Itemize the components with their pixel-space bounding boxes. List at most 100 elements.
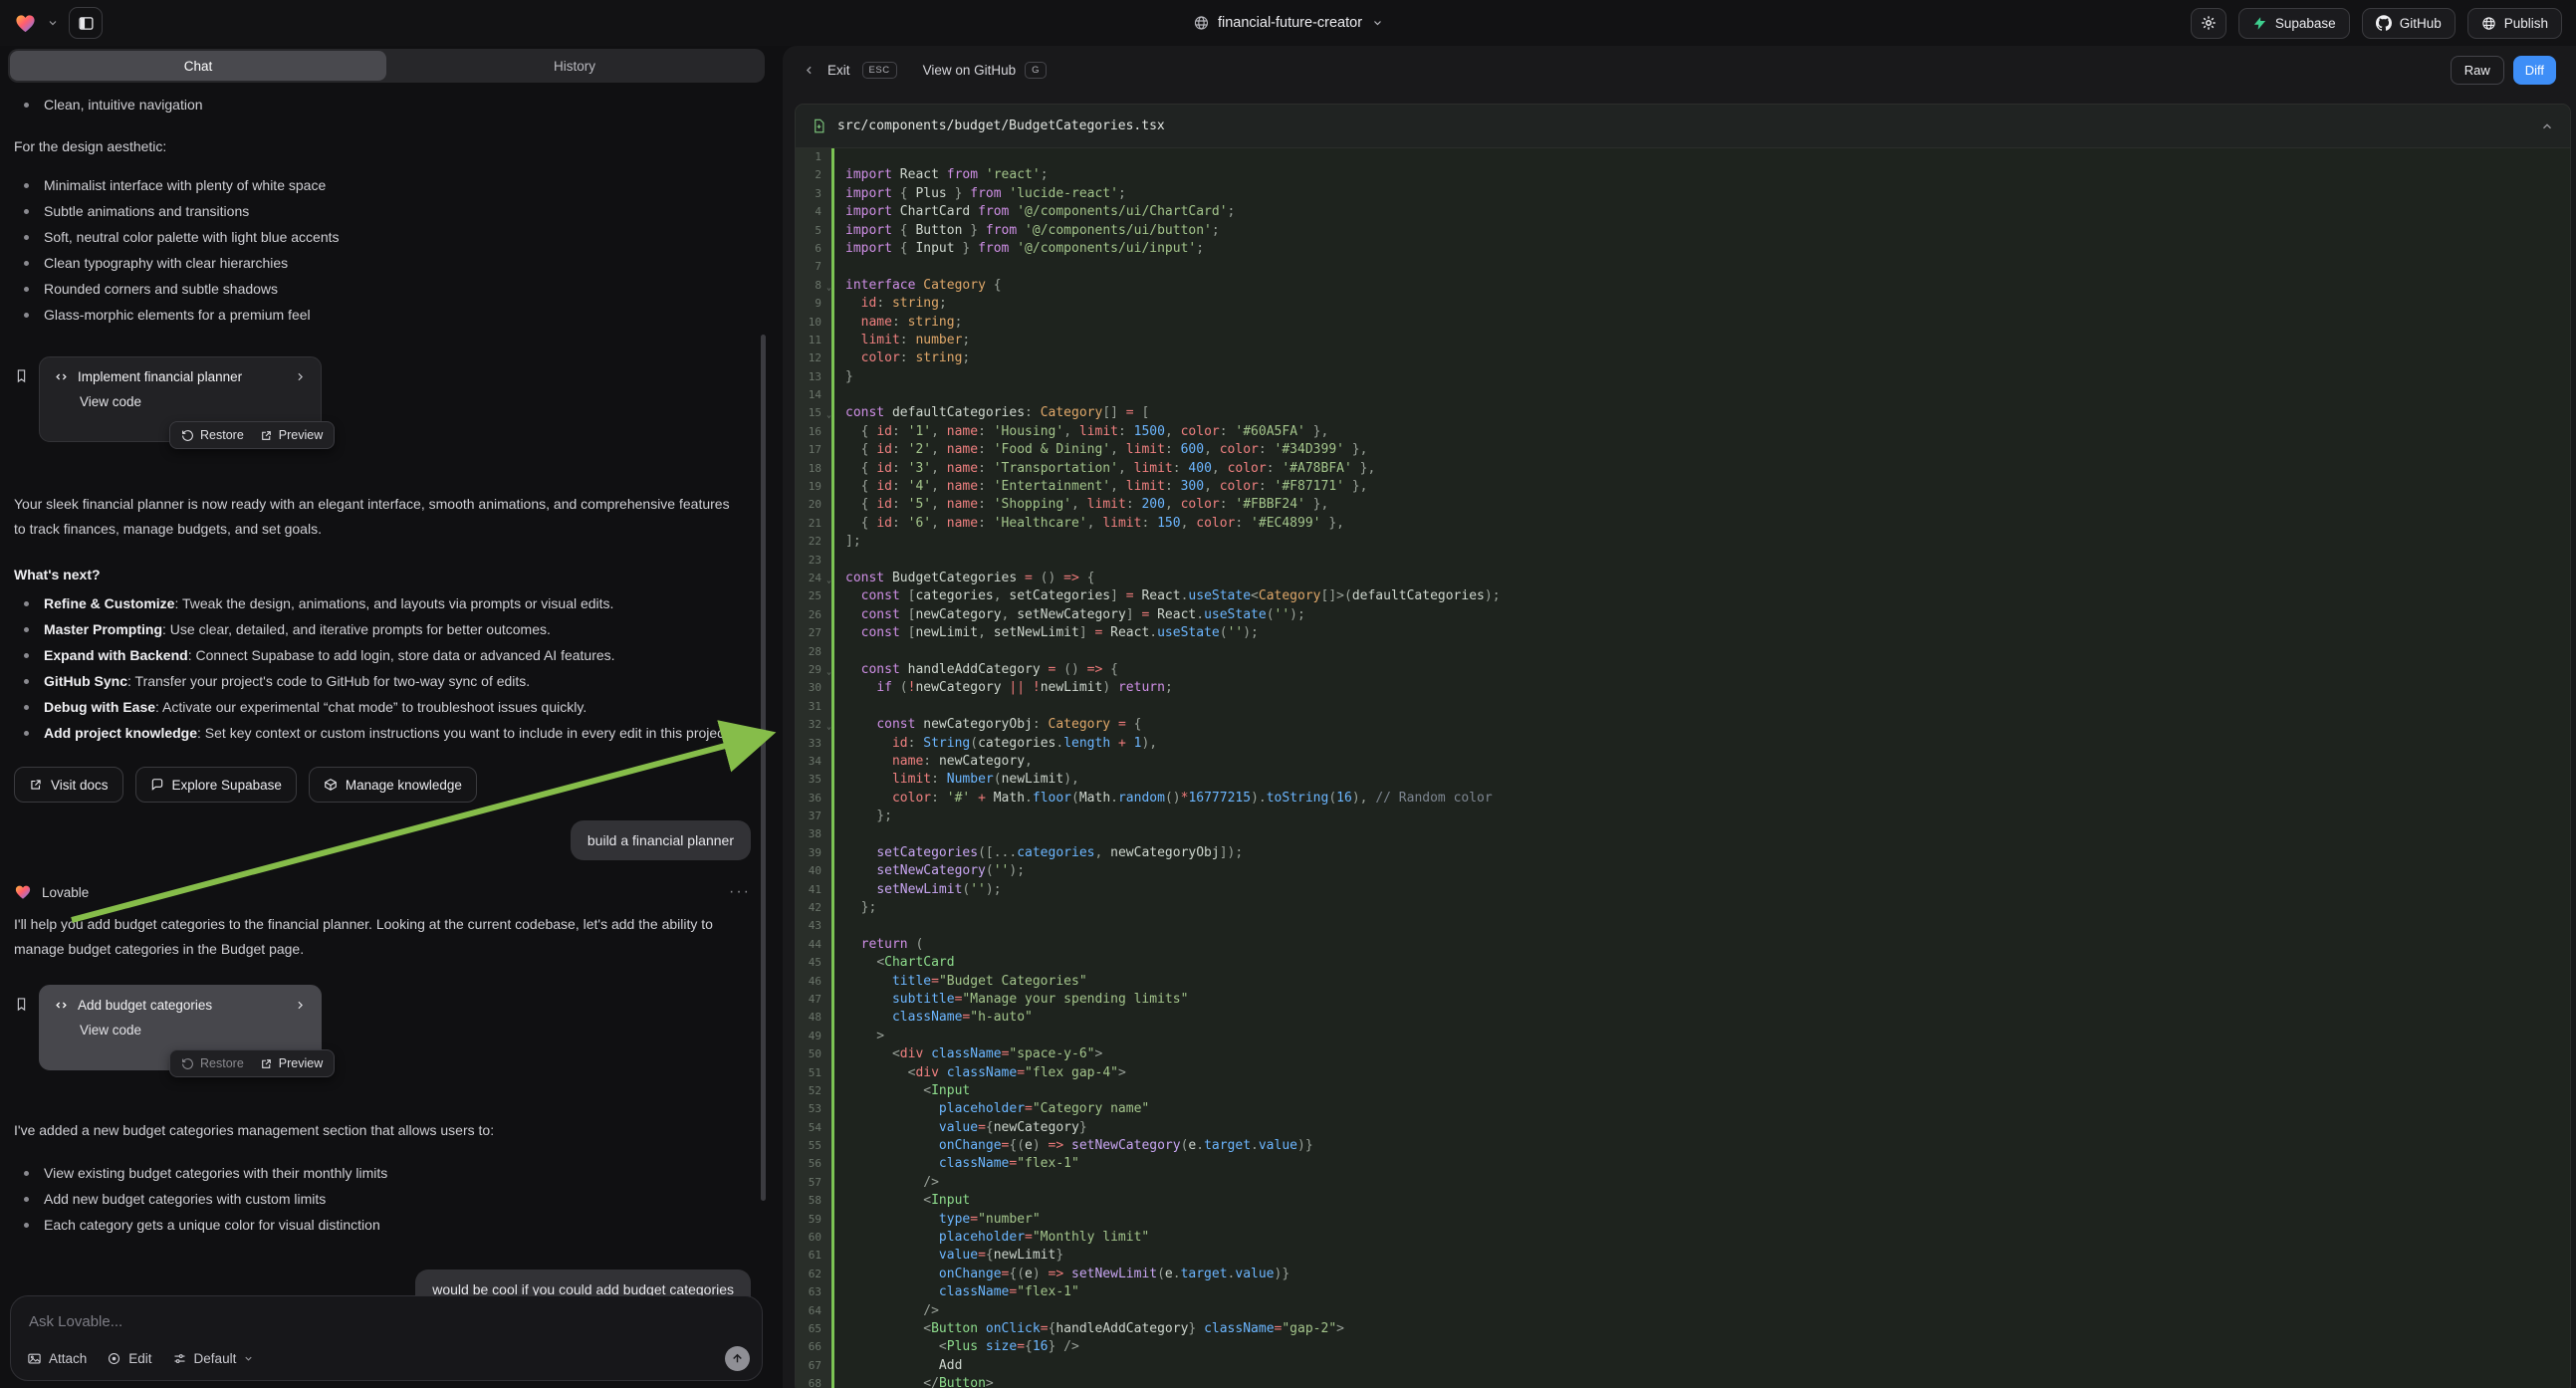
code-line[interactable]: 48 className="h-auto" [796,1009,2570,1027]
code-line[interactable]: 30 if (!newCategory || !newLimit) return… [796,679,2570,697]
code-line[interactable]: 41 setNewLimit(''); [796,881,2570,899]
code-line[interactable]: 23 [796,552,2570,570]
restore-button[interactable]: Restore [181,1056,244,1070]
code-line[interactable]: 53 placeholder="Category name" [796,1100,2570,1118]
code-line[interactable]: 12 color: string; [796,349,2570,367]
code-line[interactable]: 21 { id: '6', name: 'Healthcare', limit:… [796,515,2570,533]
code-line[interactable]: 57 /> [796,1174,2570,1192]
edit-button[interactable]: Edit [107,1351,151,1366]
code-line[interactable]: 37 }; [796,808,2570,825]
code-line[interactable]: 7 [796,258,2570,276]
code-line[interactable]: 8⌄interface Category { [796,277,2570,295]
diff-button[interactable]: Diff [2513,56,2556,85]
visit-docs-button[interactable]: Visit docs [14,767,123,803]
code-line[interactable]: 11 limit: number; [796,332,2570,349]
sidebar-toggle-button[interactable] [69,7,103,39]
code-line[interactable]: 25 const [categories, setCategories] = R… [796,587,2570,605]
exit-button[interactable]: Exit ESC [803,62,897,79]
code-line[interactable]: 13} [796,368,2570,386]
code-line[interactable]: 45 <ChartCard [796,954,2570,972]
code-line[interactable]: 62 onChange={(e) => setNewLimit(e.target… [796,1266,2570,1283]
code-line[interactable]: 42 }; [796,899,2570,917]
code-line[interactable]: 49 > [796,1028,2570,1045]
bookmark-icon[interactable] [14,368,29,383]
publish-button[interactable]: Publish [2467,8,2562,39]
tab-chat[interactable]: Chat [10,51,386,81]
code-line[interactable]: 50 <div className="space-y-6"> [796,1045,2570,1063]
code-line[interactable]: 27 const [newLimit, setNewLimit] = React… [796,624,2570,642]
preview-button[interactable]: Preview [260,1056,323,1070]
code-line[interactable]: 58 <Input [796,1192,2570,1210]
code-line[interactable]: 47 subtitle="Manage your spending limits… [796,991,2570,1009]
code-line[interactable]: 65 <Button onClick={handleAddCategory} c… [796,1320,2570,1338]
code-line[interactable]: 60 placeholder="Monthly limit" [796,1229,2570,1247]
code-line[interactable]: 59 type="number" [796,1211,2570,1229]
code-line[interactable]: 14 [796,386,2570,404]
code-line[interactable]: 35 limit: Number(newLimit), [796,771,2570,789]
settings-button[interactable] [2191,8,2226,39]
code-line[interactable]: 18 { id: '3', name: 'Transportation', li… [796,460,2570,478]
code-line[interactable]: 29⌄ const handleAddCategory = () => { [796,661,2570,679]
code-line[interactable]: 39 setCategories([...categories, newCate… [796,844,2570,862]
code-line[interactable]: 63 className="flex-1" [796,1283,2570,1301]
explore-supabase-button[interactable]: Explore Supabase [135,767,297,803]
code-line[interactable]: 19 { id: '4', name: 'Entertainment', lim… [796,478,2570,496]
code-line[interactable]: 61 value={newLimit} [796,1247,2570,1265]
view-on-github-button[interactable]: View on GitHub G [923,62,1047,79]
code-line[interactable]: 44 return ( [796,936,2570,954]
code-line[interactable]: 43 [796,917,2570,935]
restore-button[interactable]: Restore [181,428,244,442]
code-line[interactable]: 6import { Input } from '@/components/ui/… [796,240,2570,258]
code-line[interactable]: 26 const [newCategory, setNewCategory] =… [796,606,2570,624]
project-name[interactable]: financial-future-creator [1218,15,1362,31]
code-line[interactable]: 20 { id: '5', name: 'Shopping', limit: 2… [796,496,2570,514]
code-line[interactable]: 51 <div className="flex gap-4"> [796,1064,2570,1082]
chevron-right-icon[interactable] [294,999,307,1012]
tab-history[interactable]: History [386,51,763,81]
code-line[interactable]: 4import ChartCard from '@/components/ui/… [796,203,2570,221]
code-line[interactable]: 31 [796,698,2570,716]
lovable-logo-heart-icon[interactable] [14,12,37,35]
code-line[interactable]: 24⌄const BudgetCategories = () => { [796,570,2570,587]
code-line[interactable]: 17 { id: '2', name: 'Food & Dining', lim… [796,441,2570,459]
view-code-link[interactable]: View code [80,394,307,409]
chat-input[interactable] [29,1310,744,1332]
code-line[interactable]: 54 value={newCategory} [796,1119,2570,1137]
supabase-button[interactable]: Supabase [2238,8,2350,39]
project-chevron-down-icon[interactable] [1371,17,1383,29]
code-line[interactable]: 32⌄ const newCategoryObj: Category = { [796,716,2570,734]
code-line[interactable]: 40 setNewCategory(''); [796,862,2570,880]
code-line[interactable]: 1 [796,148,2570,166]
code-line[interactable]: 10 name: string; [796,314,2570,332]
code-editor[interactable]: 12import React from 'react';3import { Pl… [796,148,2570,1388]
code-line[interactable]: 33 id: String(categories.length + 1), [796,735,2570,753]
bookmark-icon[interactable] [14,997,29,1012]
preview-button[interactable]: Preview [260,428,323,442]
code-line[interactable]: 67 Add [796,1357,2570,1375]
chat-scrollbar[interactable] [761,335,766,1201]
mode-selector[interactable]: Default [172,1351,255,1366]
code-line[interactable]: 15⌄const defaultCategories: Category[] =… [796,404,2570,422]
code-line[interactable]: 36 color: '#' + Math.floor(Math.random()… [796,790,2570,808]
version-card-implement-financial-planner[interactable]: Implement financial planner View code Re… [39,356,322,442]
code-line[interactable]: 9 id: string; [796,295,2570,313]
code-line[interactable]: 16 { id: '1', name: 'Housing', limit: 15… [796,423,2570,441]
code-line[interactable]: 5import { Button } from '@/components/ui… [796,222,2570,240]
raw-button[interactable]: Raw [2451,56,2504,85]
file-header[interactable]: src/components/budget/BudgetCategories.t… [796,105,2570,148]
chevron-right-icon[interactable] [294,370,307,383]
workspace-chevron-down-icon[interactable] [47,17,59,29]
code-line[interactable]: 55 onChange={(e) => setNewCategory(e.tar… [796,1137,2570,1155]
code-line[interactable]: 28 [796,643,2570,661]
view-code-link[interactable]: View code [80,1023,307,1038]
send-button[interactable] [725,1346,750,1371]
code-line[interactable]: 46 title="Budget Categories" [796,973,2570,991]
collapse-chevron-up-icon[interactable] [2540,119,2554,133]
code-line[interactable]: 52 <Input [796,1082,2570,1100]
code-line[interactable]: 38 [796,825,2570,843]
code-line[interactable]: 34 name: newCategory, [796,753,2570,771]
code-line[interactable]: 64 /> [796,1302,2570,1320]
message-menu-ellipsis-icon[interactable]: ··· [729,883,751,901]
manage-knowledge-button[interactable]: Manage knowledge [309,767,477,803]
version-card-add-budget-categories[interactable]: Add budget categories View code Restore [39,985,322,1070]
